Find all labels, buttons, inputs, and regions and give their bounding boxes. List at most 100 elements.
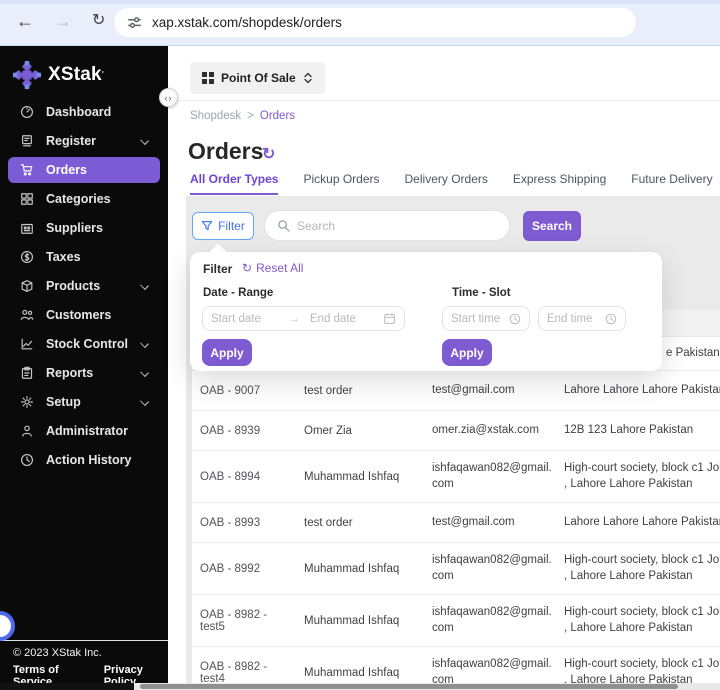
sidebar-item-label: Customers (46, 308, 112, 322)
sidebar-menu: Dashboard Register Orders Categories Supplie… (0, 99, 168, 476)
customers-icon (20, 308, 34, 322)
breadcrumb-shopdesk[interactable]: Shopdesk (190, 110, 241, 122)
address-cell: High-court society, block c1 Johar , Laho… (564, 543, 720, 594)
email-cell: ishfaqawan082@gmail.com (432, 461, 552, 490)
table-row[interactable]: OAB - 8982 - test5 Muhammad Ishfaq ishfaqa… (192, 595, 720, 647)
horizontal-scrollbar-thumb[interactable] (140, 684, 678, 689)
table-row[interactable]: OAB - 8939 Omer Zia omer.zia@xstak.com 12B … (192, 411, 720, 451)
grid-icon (202, 72, 214, 84)
address-cell: High-court society, block c1 Johar , Laho… (564, 595, 720, 646)
table-row[interactable]: OAB - 8992 Muhammad Ishfaq ishfaqawan082@g… (192, 543, 720, 595)
sort-arrows-icon (303, 72, 313, 84)
sidebar-item-products[interactable]: Products (8, 273, 160, 299)
apply-time-button[interactable]: Apply (442, 339, 492, 366)
date-range-input[interactable]: Start date → End date (202, 306, 405, 331)
sidebar-item-label: Categories (46, 192, 111, 206)
sidebar-item-administrator[interactable]: Administrator (8, 418, 160, 444)
sidebar-item-label: Reports (46, 366, 94, 380)
sidebar-item-label: Suppliers (46, 221, 103, 235)
administrator-icon (20, 424, 34, 438)
reset-all-label: Reset All (256, 261, 304, 275)
sidebar: XStak ' Dashboard Register Orders Categorie… (0, 46, 168, 688)
calendar-icon (383, 312, 396, 325)
table-row[interactable]: OAB - 9007 test order test@gmail.com Lahore… (192, 371, 720, 411)
email-cell: ishfaqawan082@gmail.com (432, 605, 552, 634)
start-date-placeholder: Start date (211, 312, 261, 325)
search-input[interactable]: Search (264, 210, 510, 241)
scrollbar-left-mask (0, 683, 134, 690)
store-selector-button[interactable]: Point Of Sale (190, 62, 325, 94)
sidebar-item-suppliers[interactable]: Suppliers (8, 215, 160, 241)
address-line-1: High-court society, block c1 Johar (564, 461, 720, 474)
filter-button[interactable]: Filter (192, 212, 254, 240)
browser-reload-icon[interactable]: ↻ (92, 13, 105, 29)
sidebar-item-action-history[interactable]: Action History (8, 447, 160, 473)
sidebar-item-label: Taxes (46, 250, 81, 264)
categories-icon (20, 192, 34, 206)
brand-name: XStak (48, 64, 102, 85)
search-button[interactable]: Search (523, 211, 581, 241)
site-settings-icon[interactable] (127, 15, 142, 30)
table-row[interactable]: OAB - 8993 test order test@gmail.com Lahore… (192, 503, 720, 543)
breadcrumb: Shopdesk > Orders (190, 110, 295, 122)
order-id-cell: OAB - 8992 (200, 562, 261, 575)
xstak-flower-icon (12, 60, 42, 90)
browser-address-bar[interactable]: xap.xstak.com/shopdesk/orders (114, 8, 636, 37)
setup-icon (20, 395, 34, 409)
tab-delivery-orders[interactable]: Delivery Orders (405, 172, 488, 195)
brand-logo[interactable]: XStak ' (12, 60, 104, 90)
address-line-1: Lahore Lahore Lahore Pakistan (564, 383, 720, 396)
orders-icon (20, 163, 34, 177)
apply-date-button[interactable]: Apply (202, 339, 252, 366)
customer-cell: Muhammad Ishfaq (304, 614, 400, 627)
sidebar-item-label: Setup (46, 395, 81, 409)
end-time-input[interactable]: End time (538, 306, 626, 331)
address-line-1: High-court society, block c1 Johar (564, 553, 720, 566)
time-slot-label: Time - Slot (452, 287, 511, 299)
refresh-icon[interactable]: ↻ (262, 144, 275, 164)
reset-icon: ↻ (242, 261, 253, 275)
sidebar-collapse-toggle[interactable]: ‹› (159, 88, 178, 107)
email-cell: omer.zia@xstak.com (432, 423, 539, 436)
sidebar-item-taxes[interactable]: Taxes (8, 244, 160, 270)
end-time-placeholder: End time (547, 312, 593, 325)
reports-icon (20, 366, 34, 380)
browser-tab-strip (0, 0, 720, 4)
address-cell: Lahore Lahore Lahore Pakistan (564, 371, 720, 410)
customer-cell: test order (304, 384, 353, 397)
tab-future-delivery[interactable]: Future Delivery (631, 172, 712, 195)
email-cell: test@gmail.com (432, 515, 515, 528)
range-arrow-icon: → (288, 312, 300, 325)
browser-forward-icon[interactable]: → (54, 12, 72, 30)
sidebar-item-dashboard[interactable]: Dashboard (8, 99, 160, 125)
customer-cell: test order (304, 516, 353, 529)
address-line-2: , Lahore Lahore Pakistan (564, 477, 693, 490)
sidebar-item-customers[interactable]: Customers (8, 302, 160, 328)
dashboard-icon (20, 105, 34, 119)
sidebar-item-label: Dashboard (46, 105, 112, 119)
address-line-1: Lahore Lahore Lahore Pakistan (564, 515, 720, 528)
sidebar-item-categories[interactable]: Categories (8, 186, 160, 212)
sidebar-item-register[interactable]: Register (8, 128, 160, 154)
sidebar-divider (0, 640, 168, 641)
browser-back-icon[interactable]: ← (16, 12, 34, 30)
horizontal-scrollbar (0, 683, 720, 690)
sidebar-item-setup[interactable]: Setup (8, 389, 160, 415)
funnel-icon (201, 220, 213, 232)
breadcrumb-orders[interactable]: Orders (260, 110, 295, 122)
tab-pickup-orders[interactable]: Pickup Orders (303, 172, 379, 195)
reset-all-button[interactable]: ↻ Reset All (242, 261, 303, 275)
date-range-label: Date - Range (203, 287, 274, 299)
order-id-cell: OAB - 8939 (200, 424, 261, 437)
start-time-input[interactable]: Start time (442, 306, 530, 331)
sidebar-item-reports[interactable]: Reports (8, 360, 160, 386)
sidebar-item-stock-control[interactable]: Stock Control (8, 331, 160, 357)
sidebar-item-orders[interactable]: Orders (8, 157, 160, 183)
stock-control-icon (20, 337, 34, 351)
clock-icon (509, 313, 521, 325)
tab-express-shipping[interactable]: Express Shipping (513, 172, 606, 195)
tab-all-order-types[interactable]: All Order Types (190, 172, 279, 195)
customer-cell: Omer Zia (304, 424, 352, 437)
action-history-icon (20, 453, 34, 467)
table-row[interactable]: OAB - 8994 Muhammad Ishfaq ishfaqawan082@g… (192, 451, 720, 503)
